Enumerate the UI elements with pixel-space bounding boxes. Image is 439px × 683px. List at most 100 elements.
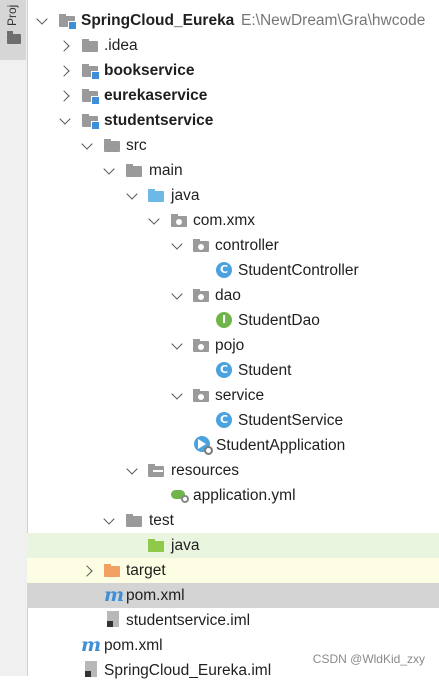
chevron-down-icon[interactable] xyxy=(82,140,92,150)
chevron-right-icon[interactable] xyxy=(84,565,94,575)
project-tree[interactable]: SpringCloud_Eureka E:\NewDream\Gra\hwcod… xyxy=(27,0,439,679)
tree-label-main: main xyxy=(149,162,183,179)
spring-boot-app-icon xyxy=(194,436,213,455)
test-source-folder-icon xyxy=(148,538,165,553)
chevron-down-icon[interactable] xyxy=(172,290,182,300)
tree-label-bookservice: bookservice xyxy=(104,62,195,79)
package-icon xyxy=(193,238,210,253)
tree-label-application-yml: application.yml xyxy=(193,487,296,504)
tree-row-test-java[interactable]: java xyxy=(27,533,439,558)
tree-label-pojo: pojo xyxy=(215,337,245,354)
tree-label-student: Student xyxy=(238,362,292,379)
module-folder-icon xyxy=(59,13,77,30)
chevron-down-icon[interactable] xyxy=(104,515,114,525)
chevron-down-icon[interactable] xyxy=(172,240,182,250)
iml-file-icon xyxy=(85,661,97,677)
tree-label-student-application: StudentApplication xyxy=(216,437,346,454)
tree-row-java[interactable]: java xyxy=(27,183,439,208)
tree-label-root-iml: SpringCloud_Eureka.iml xyxy=(104,662,272,679)
package-icon xyxy=(171,213,188,228)
tree-row-student-application[interactable]: StudentApplication xyxy=(27,433,439,458)
tree-row-student-dao[interactable]: I StudentDao xyxy=(27,308,439,333)
folder-icon xyxy=(7,31,21,44)
tree-row-src[interactable]: src xyxy=(27,133,439,158)
tree-row-bookservice[interactable]: bookservice xyxy=(27,58,439,83)
tree-row-student-service[interactable]: C StudentService xyxy=(27,408,439,433)
tree-label-com-xmx: com.xmx xyxy=(193,212,255,229)
source-folder-icon xyxy=(148,188,165,203)
tree-row-com-xmx[interactable]: com.xmx xyxy=(27,208,439,233)
maven-icon: m xyxy=(81,634,102,656)
tree-row-pom-xml[interactable]: m pom.xml xyxy=(27,583,439,608)
root-project-name: SpringCloud_Eureka xyxy=(81,12,235,29)
tree-row-idea[interactable]: .idea xyxy=(27,33,439,58)
tree-label-dao: dao xyxy=(215,287,241,304)
tree-row-dao[interactable]: dao xyxy=(27,283,439,308)
chevron-down-icon[interactable] xyxy=(172,390,182,400)
tree-row-eurekaservice[interactable]: eurekaservice xyxy=(27,83,439,108)
tree-row-pojo[interactable]: pojo xyxy=(27,333,439,358)
tree-row-controller[interactable]: controller xyxy=(27,233,439,258)
tree-label-test: test xyxy=(149,512,174,529)
tree-label-student-dao: StudentDao xyxy=(238,312,320,329)
tree-label-test-java: java xyxy=(171,537,200,554)
tree-label-resources: resources xyxy=(171,462,240,479)
chevron-down-icon[interactable] xyxy=(60,115,70,125)
folder-icon xyxy=(82,38,99,53)
tree-label-root-pom-xml: pom.xml xyxy=(104,637,163,654)
chevron-down-icon[interactable] xyxy=(127,465,137,475)
chevron-down-icon[interactable] xyxy=(104,165,114,175)
tree-label-pom-xml: pom.xml xyxy=(126,587,185,604)
tree-row-student[interactable]: C Student xyxy=(27,358,439,383)
tree-label-studentservice: studentservice xyxy=(104,112,214,129)
tree-row-application-yml[interactable]: application.yml xyxy=(27,483,439,508)
package-icon xyxy=(193,338,210,353)
yaml-config-icon xyxy=(171,487,189,503)
chevron-right-icon[interactable] xyxy=(61,40,71,50)
tree-label-studentservice-iml: studentservice.iml xyxy=(126,612,251,629)
tree-row-service[interactable]: service xyxy=(27,383,439,408)
tree-row-studentservice[interactable]: studentservice xyxy=(27,108,439,133)
tree-label-target: target xyxy=(126,562,166,579)
tree-row-studentservice-iml[interactable]: studentservice.iml xyxy=(27,608,439,633)
excluded-folder-icon xyxy=(104,563,121,578)
chevron-right-icon[interactable] xyxy=(61,90,71,100)
module-folder-icon xyxy=(82,113,100,130)
tree-row-resources[interactable]: resources xyxy=(27,458,439,483)
class-icon: C xyxy=(216,262,232,278)
module-folder-icon xyxy=(82,88,100,105)
tree-label-service: service xyxy=(215,387,265,404)
chevron-down-icon[interactable] xyxy=(149,215,159,225)
package-icon xyxy=(193,388,210,403)
project-tool-window-strip: Proj xyxy=(0,0,28,676)
resources-folder-icon xyxy=(148,463,165,480)
tree-row-partial xyxy=(27,0,439,6)
tree-label-controller: controller xyxy=(215,237,279,254)
tree-row-test[interactable]: test xyxy=(27,508,439,533)
tree-row-student-controller[interactable]: C StudentController xyxy=(27,258,439,283)
tree-label-student-controller: StudentController xyxy=(238,262,359,279)
project-tool-tab[interactable]: Proj xyxy=(0,0,26,60)
tree-label-student-service: StudentService xyxy=(238,412,344,429)
watermark: CSDN @WldKid_zxy xyxy=(312,652,425,666)
class-icon: C xyxy=(216,362,232,378)
tree-row-target[interactable]: target xyxy=(27,558,439,583)
tree-label-idea: .idea xyxy=(104,37,138,54)
folder-icon xyxy=(126,513,143,528)
maven-icon: m xyxy=(104,584,125,606)
tree-label-eurekaservice: eurekaservice xyxy=(104,87,208,104)
module-folder-icon xyxy=(82,63,100,80)
package-icon xyxy=(193,288,210,303)
class-icon: C xyxy=(216,412,232,428)
chevron-down-icon[interactable] xyxy=(172,340,182,350)
folder-icon xyxy=(104,138,121,153)
chevron-down-icon[interactable] xyxy=(37,15,47,25)
interface-icon: I xyxy=(216,312,232,328)
tree-row-root[interactable]: SpringCloud_Eureka E:\NewDream\Gra\hwcod… xyxy=(27,8,439,33)
iml-file-icon xyxy=(107,611,119,627)
chevron-down-icon[interactable] xyxy=(127,190,137,200)
tree-row-main[interactable]: main xyxy=(27,158,439,183)
root-project-path: E:\NewDream\Gra\hwcode xyxy=(241,12,426,29)
chevron-right-icon[interactable] xyxy=(61,65,71,75)
folder-icon xyxy=(126,163,143,178)
